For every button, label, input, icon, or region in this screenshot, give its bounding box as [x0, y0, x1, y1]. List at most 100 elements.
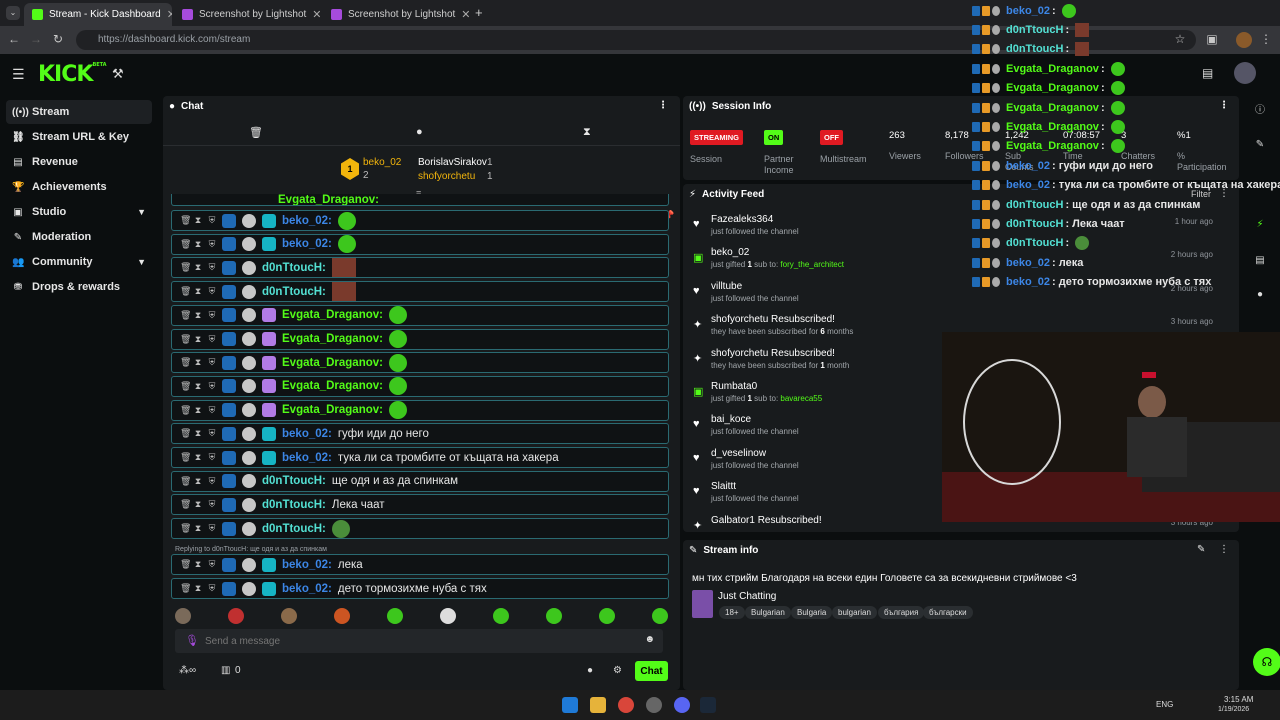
activity-target-user[interactable]: fory_the_architect — [780, 260, 844, 269]
menu-kebab-icon[interactable]: ⋮ — [1219, 544, 1229, 555]
quick-emote-icon[interactable] — [652, 608, 668, 624]
send-message-input[interactable] — [205, 631, 625, 651]
activity-name[interactable]: villtube — [711, 281, 742, 292]
ban-icon[interactable]: ⛨ — [208, 239, 216, 250]
quick-emote-icon[interactable] — [281, 608, 297, 624]
hamburger-menu-icon[interactable]: ☰ — [12, 66, 25, 83]
leaderboard-second-name[interactable]: BorislavSirakov — [418, 157, 487, 168]
activity-name[interactable]: beko_02 — [711, 247, 749, 258]
delete-icon[interactable]: 🗑 — [180, 452, 191, 463]
sidebar-item-moderation[interactable]: ✎ Moderation — [6, 225, 152, 249]
timeout-icon[interactable]: ⧗ — [194, 583, 202, 594]
activity-name[interactable]: bai_koce — [711, 414, 751, 425]
delete-icon[interactable]: 🗑 — [180, 499, 191, 510]
chat-username[interactable]: beko_02: — [282, 452, 332, 464]
ban-icon[interactable]: ⛨ — [208, 262, 216, 273]
windows-start-icon[interactable] — [562, 697, 578, 713]
activity-name[interactable]: Rumbata0 — [711, 381, 757, 392]
tab-lightshot-1[interactable]: Screenshot by Lightshot ✕ — [174, 3, 322, 26]
chat-username[interactable]: beko_02: — [282, 215, 332, 227]
leaderboard-third-name[interactable]: shofyorchetu — [418, 171, 475, 182]
clock-date[interactable]: 1/19/2026 — [1218, 706, 1249, 713]
ban-icon[interactable]: ⛨ — [208, 286, 216, 297]
microphone-icon[interactable]: 🎙 — [185, 634, 199, 647]
emoji-icon[interactable]: ☻ — [644, 634, 655, 645]
delete-icon[interactable]: 🗑 — [180, 428, 191, 439]
chat-username[interactable]: Evgata_Draganov: — [282, 380, 383, 392]
leaderboard-first-name[interactable]: beko_02 — [363, 157, 401, 168]
ban-icon[interactable]: ⛨ — [208, 452, 216, 463]
sidebar-item-achievements[interactable]: 🏆 Achievements — [6, 175, 152, 199]
stream-tag[interactable]: български — [923, 606, 973, 619]
tab-kick-dashboard[interactable]: Stream - Kick Dashboard ✕ — [24, 3, 172, 26]
delete-icon[interactable]: 🗑 — [180, 583, 191, 594]
hammer-icon[interactable]: ⚒ — [112, 66, 124, 82]
chat-username[interactable]: Evgata_Draganov: — [282, 309, 383, 321]
chat-username[interactable]: d0nTtoucH: — [262, 286, 326, 298]
steam-icon[interactable] — [700, 697, 716, 713]
ban-icon[interactable]: ⛨ — [208, 215, 216, 226]
quick-emote-icon[interactable] — [599, 608, 615, 624]
chrome-icon[interactable] — [618, 697, 634, 713]
delete-icon[interactable]: 🗑 — [180, 476, 191, 487]
ban-icon[interactable]: ⛨ — [208, 428, 216, 439]
delete-icon[interactable]: 🗑 — [180, 405, 191, 416]
language-indicator[interactable]: ENG — [1156, 700, 1173, 709]
tab-lightshot-2[interactable]: Screenshot by Lightshot ✕ — [323, 3, 471, 26]
timeout-icon[interactable]: ⧗ — [194, 334, 202, 345]
timeout-icon[interactable]: ⧗ — [194, 476, 202, 487]
clock-time[interactable]: 3:15 AM — [1224, 695, 1253, 704]
chat-send-button[interactable]: Chat — [635, 661, 668, 681]
trash-icon[interactable]: 🗑 — [249, 126, 263, 139]
activity-name[interactable]: shofyorchetu Resubscribed! — [711, 348, 835, 359]
chat-username[interactable]: beko_02: — [282, 428, 332, 440]
delete-icon[interactable]: 🗑 — [180, 559, 191, 570]
ban-icon[interactable]: ⛨ — [208, 405, 216, 416]
sidebar-item-stream[interactable]: ((•)) Stream — [6, 100, 152, 124]
sidebar-item-studio[interactable]: ▣ Studio ▼ — [6, 200, 152, 224]
close-icon[interactable]: ✕ — [167, 8, 172, 21]
quick-emote-icon[interactable] — [334, 608, 350, 624]
quick-emote-icon[interactable] — [546, 608, 562, 624]
chat-bubble-icon[interactable]: ● — [587, 665, 593, 676]
sidebar-item-drops-rewards[interactable]: ⛃ Drops & rewards — [6, 275, 152, 299]
chat-bubble-icon[interactable]: ● — [416, 126, 423, 138]
edit-pencil-icon[interactable]: ✎ — [1197, 544, 1205, 555]
ban-icon[interactable]: ⛨ — [208, 559, 216, 570]
quick-emote-icon[interactable] — [228, 608, 244, 624]
settings-gear-icon[interactable]: ⚙ — [613, 665, 622, 676]
chat-username[interactable]: d0nTtoucH: — [262, 262, 326, 274]
back-arrow-icon[interactable]: ← — [6, 32, 22, 46]
store-icon[interactable]: ▥ — [221, 665, 230, 676]
quick-emote-icon[interactable] — [387, 608, 403, 624]
ban-icon[interactable]: ⛨ — [208, 499, 216, 510]
timeout-icon[interactable]: ⧗ — [194, 357, 202, 368]
delete-icon[interactable]: 🗑 — [180, 334, 191, 345]
activity-name[interactable]: Slaittt — [711, 481, 736, 492]
activity-name[interactable]: Galbator1 Resubscribed! — [711, 515, 822, 526]
reload-icon[interactable]: ↻ — [50, 32, 66, 46]
delete-icon[interactable]: 🗑 — [180, 357, 191, 368]
timeout-icon[interactable]: ⧗ — [194, 215, 202, 226]
timeout-icon[interactable]: ⧗ — [194, 452, 202, 463]
chat-username[interactable]: d0nTtoucH: — [262, 523, 326, 535]
delete-icon[interactable]: 🗑 — [180, 381, 191, 392]
chat-username[interactable]: beko_02: — [282, 559, 332, 571]
close-icon[interactable]: ✕ — [461, 8, 470, 21]
ban-icon[interactable]: ⛨ — [208, 357, 216, 368]
chat-username[interactable]: Evgata_Draganov: — [278, 194, 379, 205]
new-tab-plus-icon[interactable]: + — [475, 5, 483, 20]
stream-tag[interactable]: Bulgarian — [745, 606, 791, 619]
ban-icon[interactable]: ⛨ — [208, 310, 216, 321]
ban-icon[interactable]: ⛨ — [208, 476, 216, 487]
stream-tag[interactable]: 18+ — [719, 606, 745, 619]
forward-arrow-icon[interactable]: → — [28, 32, 44, 46]
timeout-icon[interactable]: ⧗ — [194, 559, 202, 570]
tab-search-icon[interactable]: ⌄ — [6, 6, 20, 20]
ban-icon[interactable]: ⛨ — [208, 523, 216, 534]
chat-username[interactable]: Evgata_Draganov: — [282, 333, 383, 345]
infinity-points-icon[interactable]: ⁂∞ — [179, 665, 196, 676]
support-headset-icon[interactable]: ☊ — [1253, 648, 1280, 676]
chat-username[interactable]: Evgata_Draganov: — [282, 404, 383, 416]
close-icon[interactable]: ✕ — [312, 8, 321, 21]
